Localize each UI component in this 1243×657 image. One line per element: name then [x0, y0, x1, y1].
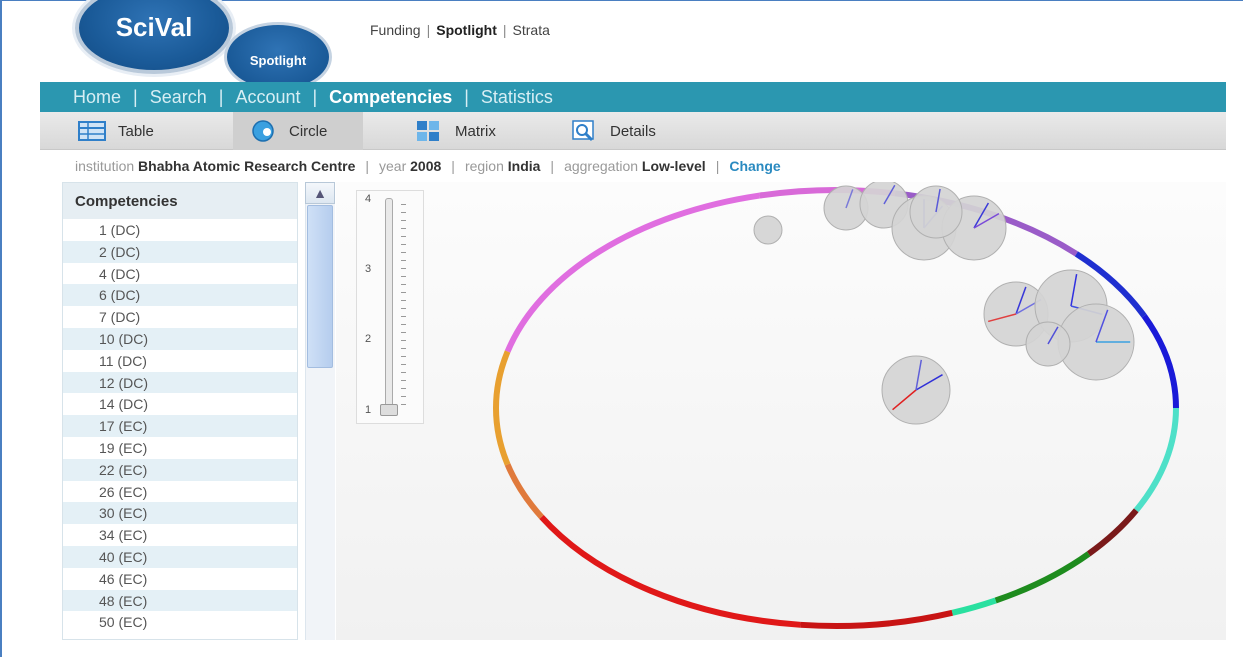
ring-segment[interactable]	[951, 597, 997, 616]
list-item[interactable]: 10 (DC)	[63, 327, 297, 350]
tab-details-label: Details	[610, 122, 656, 140]
scrollbar-thumb[interactable]	[307, 205, 333, 368]
list-item[interactable]: 46 (EC)	[63, 568, 297, 590]
separator: |	[550, 158, 555, 174]
ring-segment[interactable]	[504, 463, 544, 520]
tab-circle-label: Circle	[289, 122, 328, 140]
ring-segment[interactable]	[504, 192, 760, 353]
chevron-up-icon: ▲	[313, 185, 327, 201]
list-item[interactable]: 26 (EC)	[63, 481, 297, 503]
region-label: region	[464, 158, 504, 174]
list-item[interactable]: 12 (DC)	[63, 371, 297, 394]
tab-matrix[interactable]: Matrix	[415, 112, 535, 150]
nav-account[interactable]: Account	[235, 87, 300, 107]
institution-label: institution	[75, 158, 135, 174]
institution-value: Bhabha Atomic Research Centre	[138, 158, 356, 174]
competency-bubble[interactable]	[881, 355, 951, 425]
tab-table[interactable]: Table	[78, 112, 198, 150]
list-item[interactable]: 22 (EC)	[63, 458, 297, 481]
ring-segment[interactable]	[1141, 314, 1179, 409]
aggregation-label: aggregation	[564, 158, 639, 174]
separator: |	[502, 22, 507, 38]
competency-bubbles	[753, 182, 1135, 425]
list-item[interactable]: 30 (EC)	[63, 502, 297, 525]
ring-segment[interactable]	[1086, 508, 1139, 557]
list-item[interactable]: 48 (EC)	[63, 589, 297, 612]
filter-bar: institution Bhabha Atomic Research Centr…	[75, 158, 781, 174]
region-value: India	[507, 158, 541, 174]
ring-segment[interactable]	[539, 514, 801, 628]
list-item[interactable]: 2 (DC)	[63, 240, 297, 263]
logo-sub-text: Spotlight	[249, 53, 307, 68]
discipline-ring	[493, 187, 1179, 629]
nav-home[interactable]: Home	[73, 87, 121, 107]
separator: |	[426, 22, 431, 38]
competency-bubble[interactable]	[753, 215, 783, 245]
table-icon	[78, 121, 106, 141]
nav-search[interactable]: Search	[150, 87, 207, 107]
scroll-up-button[interactable]: ▲	[305, 182, 335, 204]
funding-link[interactable]: Funding	[370, 22, 421, 38]
ring-segment[interactable]	[493, 350, 511, 466]
year-label: year	[379, 158, 407, 174]
tab-matrix-label: Matrix	[455, 122, 496, 140]
ring-segment[interactable]	[1133, 407, 1179, 513]
circle-chart-icon	[252, 120, 274, 142]
list-header: Competencies	[63, 183, 297, 219]
main-nav: Home | Search | Account | Competencies | Statist…	[40, 82, 1226, 112]
separator: |	[218, 87, 224, 107]
list-item[interactable]: 17 (EC)	[63, 415, 297, 437]
separator: |	[715, 158, 720, 174]
list-item[interactable]: 50 (EC)	[63, 611, 297, 633]
year-value: 2008	[410, 158, 442, 174]
competency-bubble[interactable]	[1025, 321, 1071, 367]
nav-statistics[interactable]: Statistics	[481, 87, 553, 107]
tab-table-label: Table	[118, 122, 154, 140]
list-item[interactable]: 4 (DC)	[63, 263, 297, 285]
ring-segment[interactable]	[800, 609, 953, 629]
spotlight-link[interactable]: Spotlight	[436, 22, 497, 38]
competency-circle[interactable]	[336, 182, 1226, 640]
separator: |	[451, 158, 455, 174]
separator: |	[464, 87, 469, 107]
list-item[interactable]: 19 (EC)	[63, 437, 297, 459]
separator: |	[312, 87, 318, 107]
magnifier-icon	[572, 120, 594, 142]
list-item[interactable]: 40 (EC)	[63, 545, 297, 568]
aggregation-value: Low-level	[641, 158, 706, 174]
separator: |	[133, 87, 138, 107]
competencies-list: Competencies 1 (DC) 2 (DC) 4 (DC) 6 (DC) 7 (…	[62, 182, 298, 640]
tab-details[interactable]: Details	[570, 112, 700, 150]
competency-bubble[interactable]	[909, 185, 963, 239]
list-item[interactable]: 14 (DC)	[63, 393, 297, 415]
ring-segment[interactable]	[994, 551, 1091, 604]
matrix-icon	[417, 121, 439, 141]
change-link[interactable]: Change	[729, 158, 780, 174]
list-item[interactable]: 11 (DC)	[63, 350, 297, 372]
separator: |	[365, 158, 370, 174]
strata-link[interactable]: Strata	[513, 22, 550, 38]
tab-circle[interactable]: Circle	[233, 112, 363, 150]
list-item[interactable]: 34 (EC)	[63, 524, 297, 546]
list-item[interactable]: 7 (DC)	[63, 306, 297, 328]
nav-competencies[interactable]: Competencies	[329, 87, 452, 107]
list-item[interactable]: 1 (DC)	[63, 219, 297, 241]
list-rows: 1 (DC) 2 (DC) 4 (DC) 6 (DC) 7 (DC) 10 (DC) 11 …	[63, 219, 297, 633]
list-item[interactable]: 6 (DC)	[63, 284, 297, 307]
logo-text: SciVal	[115, 12, 193, 42]
product-links: Funding | Spotlight | Strata	[370, 22, 550, 38]
view-tabs: Table Circle Matrix Details	[40, 112, 1226, 150]
